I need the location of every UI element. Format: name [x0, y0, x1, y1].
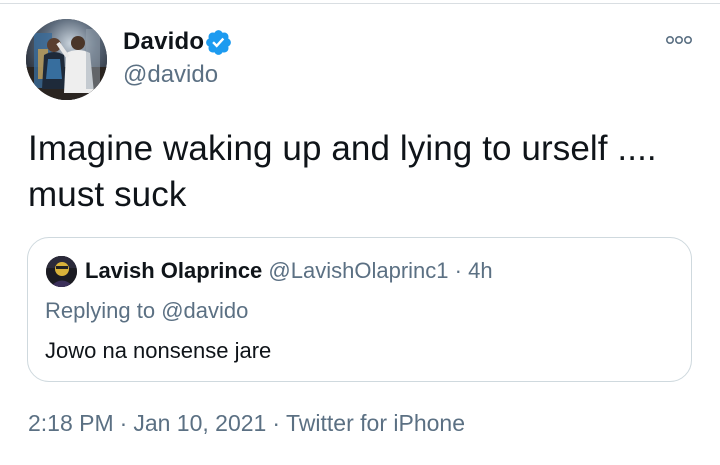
- author-name[interactable]: Davido: [123, 27, 204, 57]
- quoted-tweet[interactable]: Lavish Olaprince @LavishOlaprinc1 · 4h R…: [27, 237, 692, 382]
- quoted-author-name: Lavish Olaprince: [85, 258, 263, 283]
- meta-separator: ·: [119, 410, 128, 436]
- tweet-meta: 2:18 PM · Jan 10, 2021 · Twitter for iPhone: [28, 408, 465, 438]
- meta-separator-2: ·: [272, 410, 281, 436]
- tweet-time[interactable]: 2:18 PM: [28, 410, 114, 436]
- quoted-header: Lavish Olaprince @LavishOlaprinc1 · 4h: [85, 256, 493, 286]
- tweet-card: Davido @davido Imagine waking up and lyi…: [0, 0, 720, 465]
- tweet-source[interactable]: Twitter for iPhone: [286, 410, 465, 436]
- tweet-date[interactable]: Jan 10, 2021: [133, 410, 266, 436]
- tweet-text-line-2: must suck: [28, 175, 187, 214]
- author-avatar-image: [26, 19, 107, 100]
- tweet-text: Imagine waking up and lying to urself ..…: [28, 126, 698, 218]
- quoted-author-avatar: [46, 256, 77, 287]
- quoted-age: 4h: [468, 258, 493, 283]
- replying-handle: @davido: [161, 298, 249, 323]
- quoted-avatar-image: [46, 256, 77, 287]
- quoted-text: Jowo na nonsense jare: [45, 338, 272, 363]
- quoted-author-handle: @LavishOlaprinc1: [268, 258, 449, 283]
- tweet-text-line-1: Imagine waking up and lying to urself ..…: [28, 129, 657, 168]
- quoted-dot-separator: ·: [454, 258, 462, 283]
- author-handle[interactable]: @davido: [123, 60, 218, 90]
- more-options-icon[interactable]: [664, 30, 694, 50]
- quoted-replying-to: Replying to @davido: [45, 296, 248, 326]
- replying-prefix: Replying to: [45, 298, 162, 323]
- verified-badge-icon: [206, 30, 231, 55]
- author-avatar[interactable]: [26, 19, 107, 100]
